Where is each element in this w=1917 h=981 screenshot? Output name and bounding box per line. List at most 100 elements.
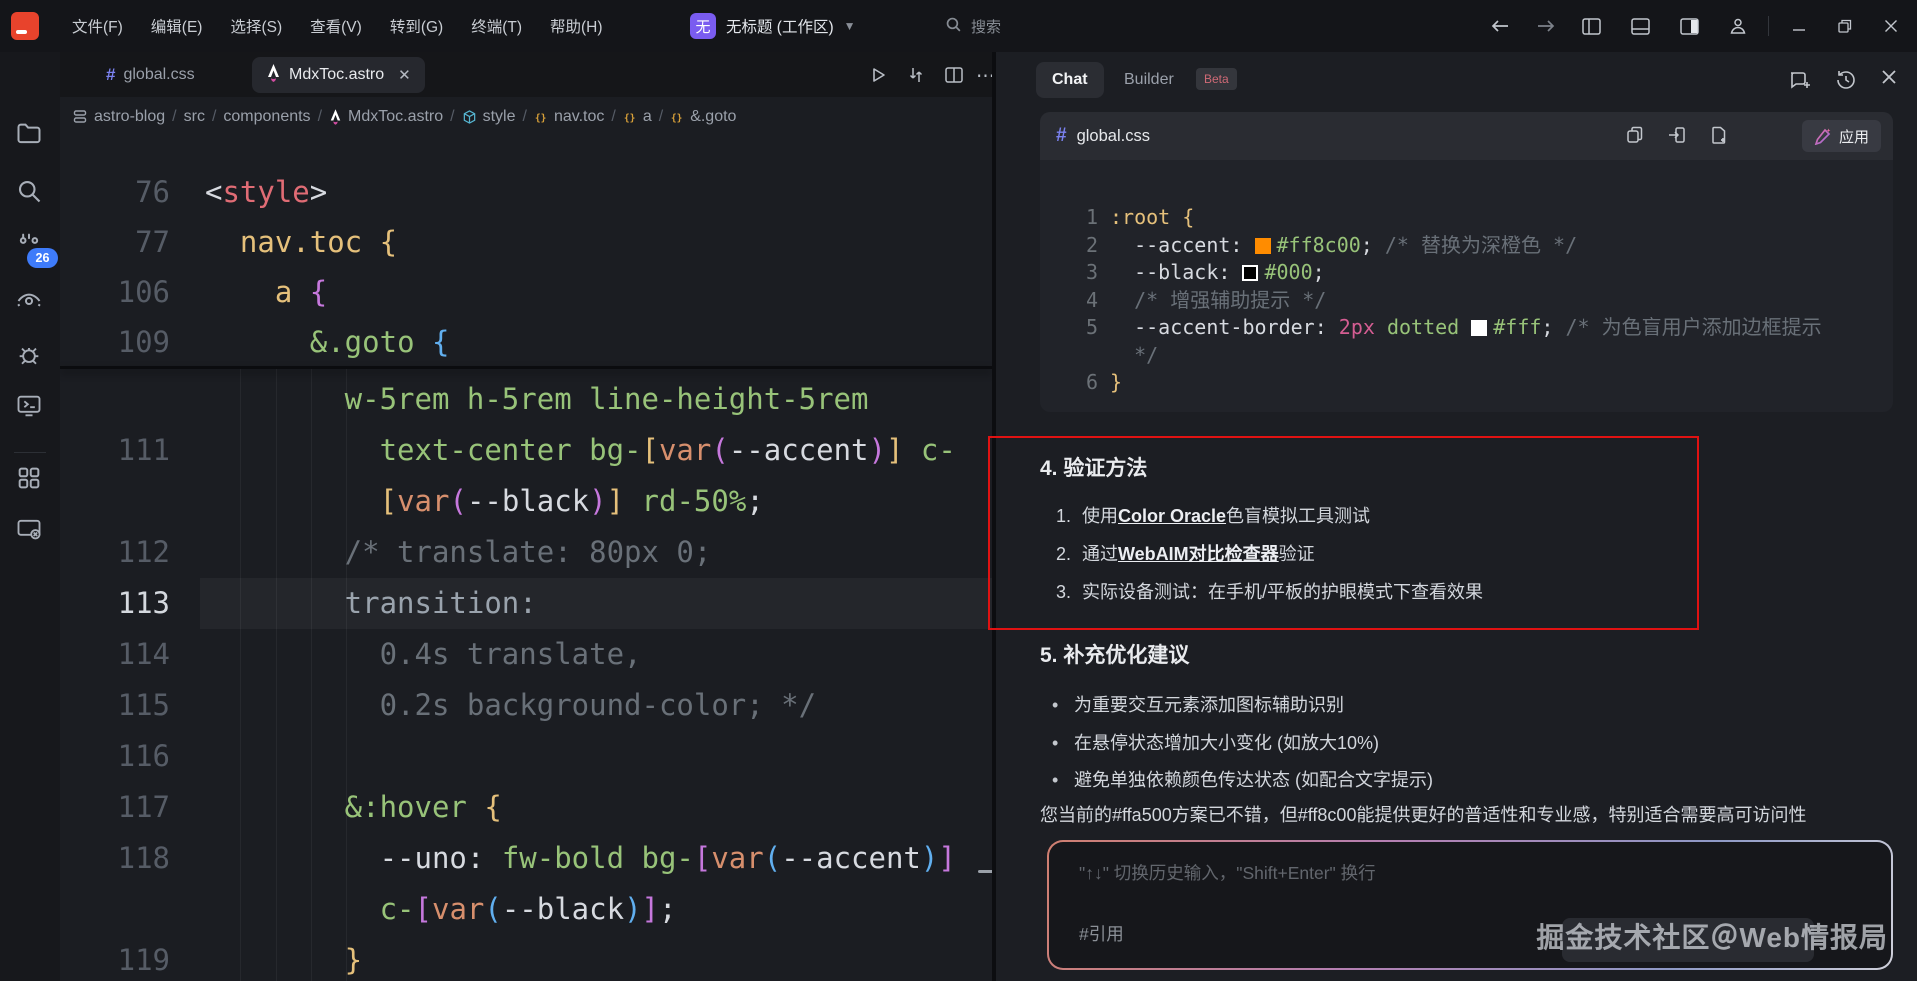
menu-g[interactable]: 转到(G) (376, 15, 457, 37)
nav-back-icon[interactable] (1490, 18, 1510, 34)
code-line-111[interactable]: 111 text-center bg-[var(--accent)] c- (60, 425, 992, 476)
menu-t[interactable]: 终端(T) (457, 15, 536, 37)
line-number: 118 (90, 833, 170, 884)
activity-divider (14, 452, 46, 453)
app-logo-icon (11, 12, 39, 40)
line-text: --accent-border: 2px dotted #fff; /* 为色盲… (1110, 313, 1822, 341)
line-text: --accent: #ff8c00; /* 替换为深橙色 */ (1110, 231, 1577, 259)
close-window-icon[interactable] (1884, 19, 1898, 33)
line-number: 109 (90, 317, 170, 368)
line-number: 106 (90, 267, 170, 318)
code-snippet-card: # global.css 应用 1:root {2 --accent: #ff8… (1040, 112, 1893, 412)
toggle-sidebar-right-icon[interactable] (1680, 18, 1699, 35)
code-line-113[interactable]: 113 transition: (60, 578, 992, 629)
editor-marker-dash (978, 870, 992, 873)
code-line-117[interactable]: 117 &:hover { (60, 782, 992, 833)
code-line-wrap[interactable]: c-[var(--black)]; (60, 884, 992, 935)
close-tab-icon[interactable]: ✕ (398, 66, 411, 84)
breadcrumb-item-mdxtoc-astro[interactable]: MdxToc.astro (329, 108, 443, 126)
split-editor-icon[interactable] (944, 65, 966, 87)
debug-icon[interactable] (15, 341, 45, 371)
toggle-sidebar-left-icon[interactable] (1582, 18, 1601, 35)
code-line-109[interactable]: 109 &.goto { (60, 317, 992, 368)
code-line-77[interactable]: 77 nav.toc { (60, 217, 992, 268)
global-search[interactable]: 搜索 (945, 0, 1001, 52)
tab-builder[interactable]: Builder (1124, 62, 1174, 98)
code-line-116[interactable]: 116 (60, 731, 992, 782)
breadcrumb-item-a[interactable]: {}a (623, 108, 652, 126)
code-editor[interactable]: 76 <style>77 nav.toc {106 a {109 &.goto {… (60, 137, 992, 981)
tab-chat[interactable]: Chat (1036, 62, 1104, 98)
history-icon[interactable] (1834, 68, 1858, 92)
menu-h[interactable]: 帮助(H) (536, 15, 617, 37)
tab-global-css[interactable]: # global.css (92, 57, 209, 93)
code-line-76[interactable]: 76 <style> (60, 167, 992, 218)
chevron-down-icon: ▼ (844, 19, 856, 33)
nav-forward-icon[interactable] (1536, 18, 1556, 34)
search-label: 搜索 (971, 16, 1001, 37)
line-text: <style> (205, 167, 327, 218)
new-file-from-code-icon[interactable] (1709, 125, 1731, 147)
close-panel-icon[interactable] (1880, 68, 1904, 92)
tab-mdxtoc-astro[interactable]: MdxToc.astro ✕ (252, 57, 425, 93)
menu-s[interactable]: 选择(S) (216, 15, 296, 37)
line-text: [var(--black)] rd-50%; (205, 476, 764, 527)
breadcrumb-item-astro-blog[interactable]: astro-blog (72, 108, 165, 126)
suggestion-bullet-3: •避免单独依赖颜色传达状态 (如配合文字提示) (1052, 766, 1433, 792)
line-number: 76 (90, 167, 170, 218)
new-chat-icon[interactable] (1788, 68, 1812, 92)
explorer-icon[interactable] (15, 120, 45, 150)
selector-icon: {} (623, 110, 637, 125)
svg-text:{}: {} (624, 113, 636, 124)
svg-text:{}: {} (671, 113, 683, 124)
breadcrumb-item-nav-toc[interactable]: {}nav.toc (534, 108, 604, 126)
breadcrumb-label: astro-blog (94, 108, 165, 126)
insert-code-icon[interactable] (1667, 125, 1689, 147)
run-file-icon[interactable] (868, 65, 890, 87)
search-icon (945, 16, 962, 37)
astro-file-icon (266, 64, 281, 87)
menu-f[interactable]: 文件(F) (58, 15, 137, 37)
code-line-wrap[interactable]: [var(--black)] rd-50%; (60, 476, 992, 527)
apply-button[interactable]: 应用 (1802, 120, 1881, 152)
workspace-badge: 无 (690, 13, 716, 39)
breadcrumb-item---goto[interactable]: {}&.goto (670, 108, 736, 126)
remote-monitor-icon[interactable] (15, 515, 45, 545)
extensions-grid-icon[interactable] (15, 464, 45, 494)
code-line-114[interactable]: 114 0.4s translate, (60, 629, 992, 680)
activity-bar: 26 (0, 52, 60, 981)
breadcrumb-item-src[interactable]: src (184, 108, 205, 126)
code-line-112[interactable]: 112 /* translate: 80px 0; (60, 527, 992, 578)
terminal-panel-icon[interactable] (15, 392, 45, 422)
account-icon[interactable] (1729, 17, 1747, 35)
minimize-icon[interactable] (1792, 19, 1806, 33)
code-line-115[interactable]: 115 0.2s background-color; */ (60, 680, 992, 731)
line-text: 0.2s background-color; */ (205, 680, 816, 731)
breadcrumb-item-components[interactable]: components (223, 108, 310, 126)
code-line-119[interactable]: 119 } (60, 935, 992, 981)
line-number: 6 (1046, 368, 1098, 396)
search-sidebar-icon[interactable] (15, 177, 45, 207)
line-text: text-center bg-[var(--accent)] c- (205, 425, 956, 476)
compare-changes-icon[interactable] (906, 65, 928, 87)
astro-icon (329, 109, 342, 125)
menu-v[interactable]: 查看(V) (296, 15, 376, 37)
copy-code-icon[interactable] (1625, 125, 1647, 147)
breadcrumb-item-style[interactable]: style (462, 108, 516, 126)
code-review-eye-icon[interactable] (15, 287, 45, 317)
card-code-line-4: 4 /* 增强辅助提示 */ (1040, 286, 1893, 314)
workspace-switcher[interactable]: 无 无标题 (工作区) ▼ (690, 0, 856, 52)
chat-tab-label: Chat (1052, 71, 1088, 89)
toggle-panel-bottom-icon[interactable] (1631, 18, 1650, 35)
line-text: --uno: fw-bold bg-[var(--accent)] (205, 833, 956, 884)
menu-e[interactable]: 编辑(E) (137, 15, 217, 37)
code-line-118[interactable]: 118 --uno: fw-bold bg-[var(--accent)] (60, 833, 992, 884)
beta-badge: Beta (1196, 68, 1237, 90)
code-line-106[interactable]: 106 a { (60, 267, 992, 318)
restore-icon[interactable] (1838, 19, 1852, 33)
line-number: 114 (90, 629, 170, 680)
reference-button[interactable]: #引用 (1079, 921, 1124, 946)
line-text: } (205, 935, 362, 981)
code-line-wrap[interactable]: w-5rem h-5rem line-height-5rem (60, 374, 992, 425)
editor-tab-bar: # global.css MdxToc.astro ✕ ⋯ (60, 52, 992, 97)
